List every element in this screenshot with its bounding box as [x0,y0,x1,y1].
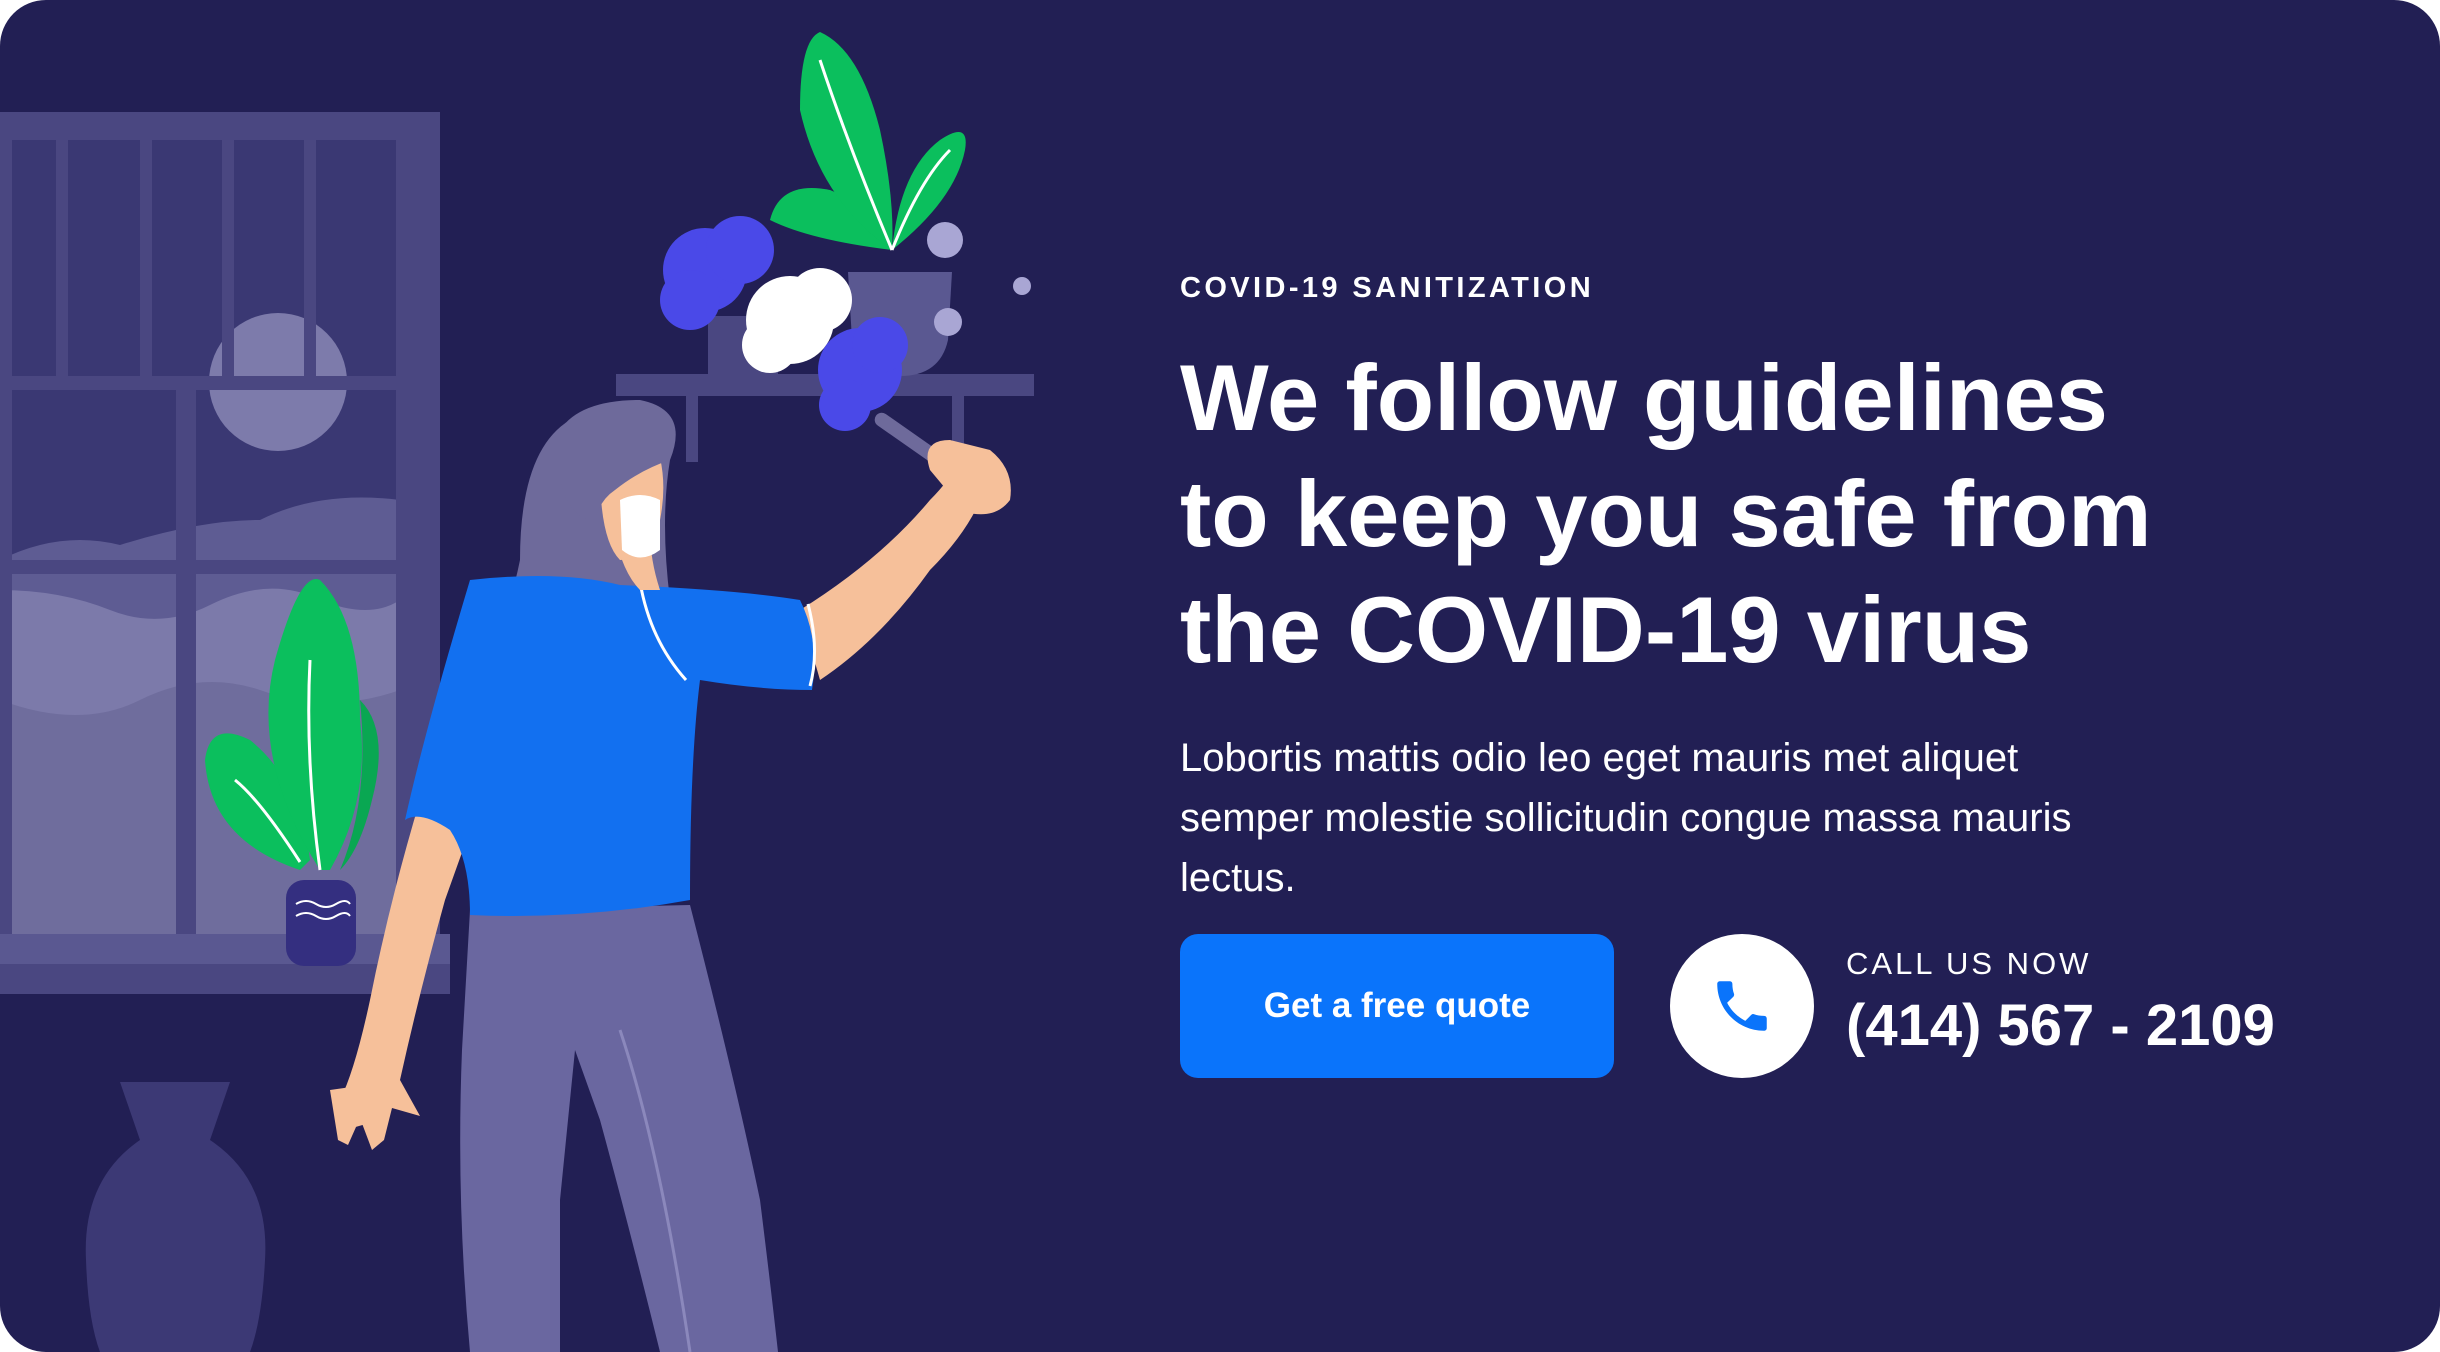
window-icon [0,112,450,994]
hero-section: COVID-19 SANITIZATION We follow guidelin… [0,0,2440,1352]
vase-icon [85,1082,266,1352]
call-us-label: CALL US NOW [1846,946,2092,981]
hero-description: Lobortis mattis odio leo eget mauris met… [1180,736,2072,900]
hero-content: COVID-19 SANITIZATION We follow guidelin… [1180,0,2400,1352]
call-button[interactable] [1670,934,1814,1078]
phone-icon [1717,981,1767,1031]
eyebrow-label: COVID-19 SANITIZATION [1180,272,1595,304]
phone-number-link[interactable]: (414) 567 - 2109 [1846,992,2275,1059]
woman-dusting-illustration [0,32,1034,1352]
get-free-quote-button[interactable]: Get a free quote [1180,934,1614,1078]
page-title: We follow guidelines to keep you safe fr… [1180,345,2152,682]
